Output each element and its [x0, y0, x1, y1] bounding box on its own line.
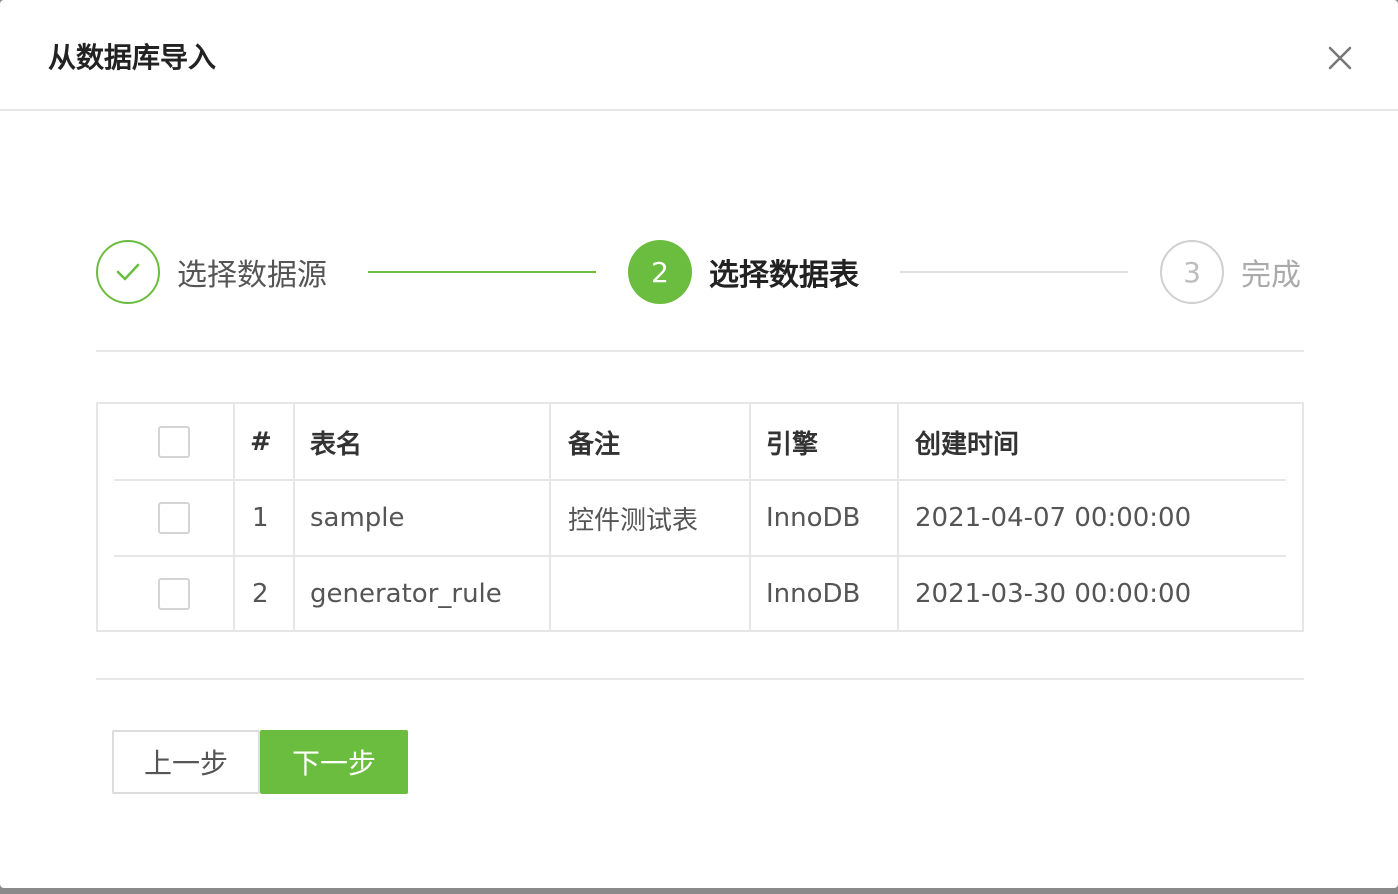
table-header-row: # 表名 备注 引擎 创建时间 — [98, 404, 1302, 480]
previous-step-button[interactable]: 上一步 — [112, 730, 260, 794]
column-divider — [549, 404, 551, 630]
row-created: 2021-04-07 00:00:00 — [915, 503, 1192, 533]
column-header-index: # — [250, 427, 272, 457]
row-engine: InnoDB — [766, 503, 861, 533]
column-divider — [897, 404, 899, 630]
row-checkbox[interactable] — [158, 578, 190, 610]
row-checkbox[interactable] — [158, 502, 190, 534]
dialog-header: 从数据库导入 — [0, 0, 1398, 111]
column-header-engine: 引擎 — [766, 429, 819, 460]
step-number: 3 — [1160, 240, 1224, 304]
step-connector-done — [368, 271, 596, 273]
column-header-name: 表名 — [310, 429, 363, 460]
row-comment: 控件测试表 — [568, 505, 699, 536]
table-row[interactable]: 2 generator_rule InnoDB 2021-03-30 00:00… — [98, 556, 1302, 632]
column-divider — [233, 404, 235, 630]
step-label: 完成 — [1241, 258, 1301, 293]
divider-bottom — [96, 678, 1304, 680]
step-number: 2 — [628, 240, 692, 304]
column-divider — [293, 404, 295, 630]
row-index: 2 — [252, 579, 269, 609]
row-created: 2021-03-30 00:00:00 — [915, 579, 1192, 609]
step-label: 选择数据源 — [177, 258, 327, 293]
step-select-datasource: 选择数据源 — [96, 240, 327, 304]
check-icon — [96, 240, 160, 304]
select-all-cell — [158, 404, 190, 480]
row-table-name: sample — [310, 503, 405, 533]
step-connector-pending — [900, 271, 1128, 273]
divider-top — [96, 350, 1304, 352]
row-engine: InnoDB — [766, 579, 861, 609]
next-step-button[interactable]: 下一步 — [260, 730, 408, 794]
tables-table: # 表名 备注 引擎 创建时间 1 sample 控件测试表 InnoDB 20… — [96, 402, 1304, 632]
import-from-database-dialog: 从数据库导入 选择数据源 2 选择数据表 3 完成 # 表名 备注 引擎 创建时… — [0, 0, 1398, 888]
dialog-title: 从数据库导入 — [48, 41, 217, 74]
row-select-cell — [158, 556, 190, 632]
steps-bar: 选择数据源 2 选择数据表 3 完成 — [96, 240, 1304, 304]
column-header-comment: 备注 — [568, 429, 621, 460]
row-table-name: generator_rule — [310, 579, 502, 609]
column-header-created: 创建时间 — [915, 429, 1020, 460]
table-row[interactable]: 1 sample 控件测试表 InnoDB 2021-04-07 00:00:0… — [98, 480, 1302, 556]
row-select-cell — [158, 480, 190, 556]
select-all-checkbox[interactable] — [158, 426, 190, 458]
row-index: 1 — [252, 503, 269, 533]
step-finish: 3 完成 — [1160, 240, 1301, 304]
step-label: 选择数据表 — [709, 258, 859, 293]
step-select-table: 2 选择数据表 — [628, 240, 859, 304]
close-icon[interactable] — [1322, 40, 1358, 76]
column-divider — [749, 404, 751, 630]
